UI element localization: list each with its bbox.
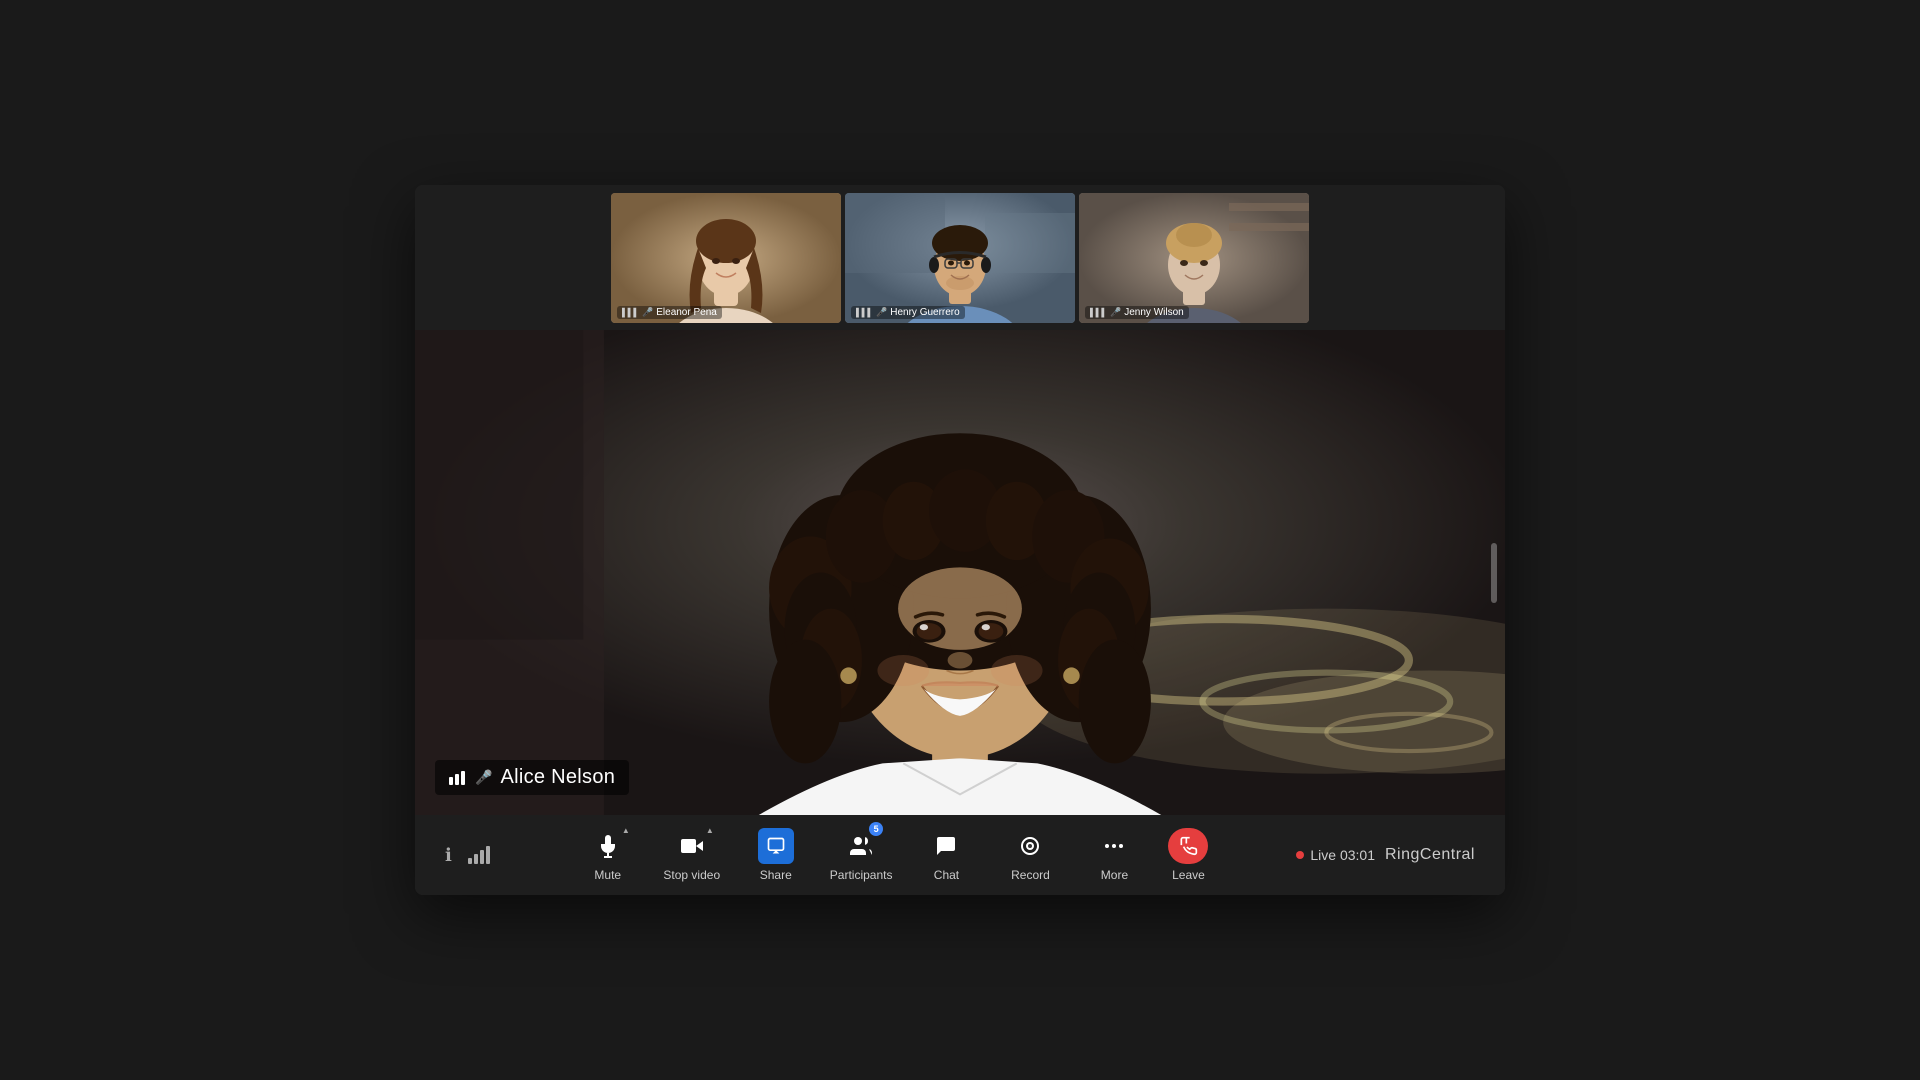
participant-thumb-jenny[interactable]: ▌▌▌ 🎤 Jenny Wilson — [1079, 193, 1309, 323]
signal-bar-2 — [474, 854, 478, 864]
signal-icon-henry: ▌▌▌ — [856, 308, 873, 317]
participants-label: Participants — [830, 868, 893, 882]
signal-strength-icon[interactable] — [468, 846, 490, 864]
more-icon — [1102, 834, 1126, 858]
more-icon-wrapper — [1096, 828, 1132, 864]
mic-icon-henry: 🎤 — [876, 307, 887, 318]
stop-video-arrow: ▲ — [706, 826, 714, 835]
live-status: Live 03:01 — [1310, 847, 1375, 863]
thumb-label-jenny: ▌▌▌ 🎤 Jenny Wilson — [1085, 306, 1189, 319]
participant-thumb-henry[interactable]: ▌▌▌ 🎤 Henry Guerrero — [845, 193, 1075, 323]
more-label: More — [1101, 868, 1128, 882]
participants-icon-wrapper: 5 — [843, 828, 879, 864]
participants-badge: 5 — [869, 822, 883, 836]
main-video: 🎤 Alice Nelson — [415, 330, 1505, 815]
thumb-label-eleanor: ▌▌▌ 🎤 Eleanor Pena — [617, 306, 722, 319]
share-icon-bg — [758, 828, 794, 864]
record-icon — [1018, 834, 1042, 858]
leave-icon — [1178, 836, 1198, 856]
main-mic-icon: 🎤 — [475, 769, 492, 786]
control-bar-left: ℹ — [445, 845, 490, 866]
participant-thumb-eleanor[interactable]: ▌▌▌ 🎤 Eleanor Pena — [611, 193, 841, 323]
main-signal-icon — [449, 771, 465, 785]
record-label: Record — [1011, 868, 1050, 882]
thumb-name-jenny: Jenny Wilson — [1124, 307, 1183, 318]
scrollbar-hint — [1491, 543, 1497, 603]
leave-label: Leave — [1172, 868, 1205, 882]
mic-icon-jenny: 🎤 — [1110, 307, 1121, 318]
leave-button[interactable]: Leave — [1168, 828, 1208, 882]
app-window: ▌▌▌ 🎤 Eleanor Pena — [415, 185, 1505, 895]
thumb-label-henry: ▌▌▌ 🎤 Henry Guerrero — [851, 306, 965, 319]
chat-label: Chat — [934, 868, 959, 882]
signal-bar-4 — [486, 846, 490, 864]
participants-button[interactable]: 5 Participants — [830, 828, 893, 882]
mute-label: Mute — [594, 868, 621, 882]
stop-video-icon — [680, 834, 704, 858]
main-participant-label: 🎤 Alice Nelson — [435, 760, 629, 795]
mute-icon — [596, 834, 620, 858]
thumb-name-henry: Henry Guerrero — [890, 307, 959, 318]
thumb-name-eleanor: Eleanor Pena — [656, 307, 717, 318]
signal-bar-1 — [468, 858, 472, 864]
leave-icon-wrapper — [1168, 828, 1208, 864]
live-dot — [1296, 851, 1304, 859]
share-icon-wrapper — [758, 828, 794, 864]
main-participant-name: Alice Nelson — [500, 766, 615, 789]
mute-icon-wrapper: ▲ — [590, 828, 626, 864]
ringcentral-logo: RingCentral — [1385, 846, 1475, 864]
record-button[interactable]: Record — [1000, 828, 1060, 882]
mute-arrow: ▲ — [622, 826, 630, 835]
chat-icon — [934, 834, 958, 858]
live-indicator: Live 03:01 — [1296, 847, 1375, 863]
chat-button[interactable]: Chat — [916, 828, 976, 882]
share-icon — [766, 836, 786, 856]
participant-strip: ▌▌▌ 🎤 Eleanor Pena — [415, 185, 1505, 330]
mute-button[interactable]: ▲ Mute — [578, 828, 638, 882]
record-icon-wrapper — [1012, 828, 1048, 864]
chat-icon-wrapper — [928, 828, 964, 864]
signal-icon-jenny: ▌▌▌ — [1090, 308, 1107, 317]
share-label: Share — [760, 868, 792, 882]
signal-bar-3 — [480, 850, 484, 864]
control-bar: ℹ ▲ Mute — [415, 815, 1505, 895]
mic-icon-eleanor: 🎤 — [642, 307, 653, 318]
stop-video-icon-wrapper: ▲ — [674, 828, 710, 864]
info-icon[interactable]: ℹ — [445, 845, 452, 866]
signal-icon-eleanor: ▌▌▌ — [622, 308, 639, 317]
control-bar-center: ▲ Mute ▲ Stop video — [578, 828, 1209, 882]
stop-video-button[interactable]: ▲ Stop video — [662, 828, 722, 882]
share-button[interactable]: Share — [746, 828, 806, 882]
more-button[interactable]: More — [1084, 828, 1144, 882]
participants-icon — [849, 834, 873, 858]
control-bar-right: Live 03:01 RingCentral — [1296, 846, 1475, 864]
stop-video-label: Stop video — [663, 868, 720, 882]
